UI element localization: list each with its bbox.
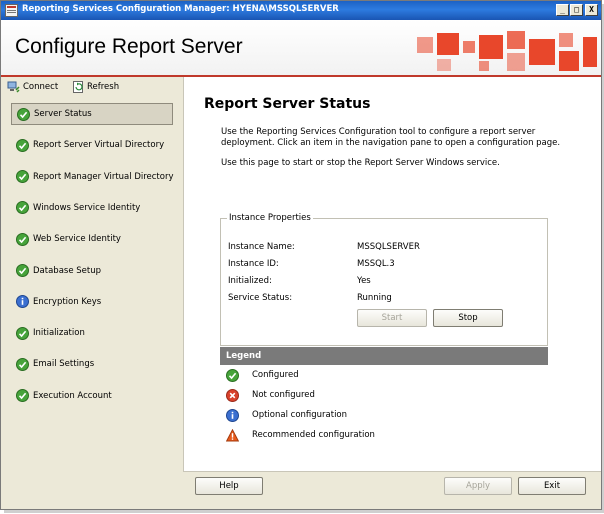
refresh-label: Refresh	[87, 81, 120, 92]
close-button[interactable]: X	[585, 4, 598, 16]
header-banner: Configure Report Server	[1, 20, 601, 75]
description-text: Use the Reporting Services Configuration…	[221, 127, 561, 148]
title-bar[interactable]: Reporting Services Configuration Manager…	[1, 1, 601, 20]
nav-item-label: Server Status	[34, 109, 92, 119]
nav-item[interactable]: Web Service Identity	[11, 228, 173, 250]
warning-icon	[226, 428, 239, 441]
nav-item[interactable]: Windows Service Identity	[11, 197, 173, 219]
nav-item[interactable]: Server Status	[11, 103, 173, 125]
instruction-text: Use this page to start or stop the Repor…	[221, 158, 500, 168]
connect-label: Connect	[23, 81, 59, 92]
info-icon	[226, 408, 239, 422]
check-icon	[16, 138, 29, 152]
minimize-button[interactable]: _	[556, 4, 569, 16]
nav-item[interactable]: Database Setup	[11, 260, 173, 282]
nav-item[interactable]: Encryption Keys	[11, 291, 173, 313]
check-icon	[16, 326, 29, 340]
nav-item-label: Report Server Virtual Directory	[33, 140, 165, 151]
connect-icon	[7, 81, 20, 93]
legend-item-label: Recommended configuration	[252, 430, 375, 440]
info-icon	[16, 295, 29, 309]
nav-item-label: Database Setup	[33, 265, 101, 276]
nav-item-label: Email Settings	[33, 359, 95, 370]
navigation-pane: Server Status Report Server Virtual Direc…	[7, 98, 177, 500]
content-pane: Report Server Status Use the Reporting S…	[183, 77, 601, 471]
legend-item-label: Configured	[252, 370, 299, 380]
window-title: Reporting Services Configuration Manager…	[22, 4, 339, 14]
check-icon	[17, 107, 30, 121]
nav-item[interactable]: Execution Account	[11, 385, 173, 407]
refresh-icon	[73, 80, 83, 93]
brand-graphic	[417, 31, 597, 71]
app-window: Reporting Services Configuration Manager…	[0, 0, 602, 510]
stop-button[interactable]: Stop	[433, 309, 503, 327]
check-icon	[16, 201, 29, 215]
legend-item-label: Not configured	[252, 390, 315, 400]
legend-panel: Legend Configured Not configured Optiona…	[220, 347, 548, 451]
refresh-button[interactable]: Refresh	[73, 80, 119, 93]
instance-name-label: Instance Name:	[228, 242, 295, 252]
window-shadow	[4, 510, 604, 513]
nav-item[interactable]: Report Server Virtual Directory	[11, 134, 173, 156]
check-icon	[16, 170, 29, 184]
nav-item[interactable]: Initialization	[11, 322, 173, 344]
app-icon	[5, 4, 18, 17]
legend-item: Recommended configuration	[226, 427, 375, 443]
legend-title: Legend	[220, 347, 548, 365]
toolbar: Connect Refresh	[1, 77, 181, 95]
legend-item: Configured	[226, 367, 299, 383]
service-status-label: Service Status:	[228, 293, 293, 303]
nav-item-label: Execution Account	[33, 390, 112, 401]
service-status-value: Running	[357, 293, 392, 303]
instance-id-value: MSSQL.3	[357, 259, 395, 269]
maximize-button[interactable]: □	[570, 4, 583, 16]
nav-item[interactable]: Email Settings	[11, 353, 173, 375]
nav-item-label: Windows Service Identity	[33, 202, 141, 213]
section-title: Report Server Status	[204, 96, 371, 112]
exit-button[interactable]: Exit	[518, 477, 586, 495]
button-bar: Help Apply Exit	[183, 471, 601, 499]
instance-properties-group: Instance Properties Instance Name: MSSQL…	[220, 213, 548, 346]
legend-item-label: Optional configuration	[252, 410, 348, 420]
initialized-value: Yes	[357, 276, 371, 286]
check-icon	[16, 232, 29, 246]
apply-button[interactable]: Apply	[444, 477, 512, 495]
group-label: Instance Properties	[227, 213, 313, 223]
nav-item-label: Initialization	[33, 328, 85, 339]
connect-button[interactable]: Connect	[7, 80, 58, 93]
instance-id-label: Instance ID:	[228, 259, 279, 269]
check-icon	[16, 357, 29, 371]
start-button[interactable]: Start	[357, 309, 427, 327]
nav-item[interactable]: Report Manager Virtual Directory	[11, 166, 174, 188]
legend-item: Not configured	[226, 387, 315, 403]
check-icon	[16, 264, 29, 277]
error-icon	[226, 388, 239, 402]
check-icon	[16, 389, 29, 403]
page-heading: Configure Report Server	[15, 35, 243, 58]
nav-item-label: Web Service Identity	[33, 234, 121, 245]
legend-item: Optional configuration	[226, 407, 347, 423]
check-icon	[226, 368, 239, 382]
nav-item-label: Encryption Keys	[33, 296, 102, 307]
initialized-label: Initialized:	[228, 276, 272, 286]
instance-name-value: MSSQLSERVER	[357, 242, 420, 252]
help-button[interactable]: Help	[195, 477, 263, 495]
nav-item-label: Report Manager Virtual Directory	[33, 171, 174, 182]
